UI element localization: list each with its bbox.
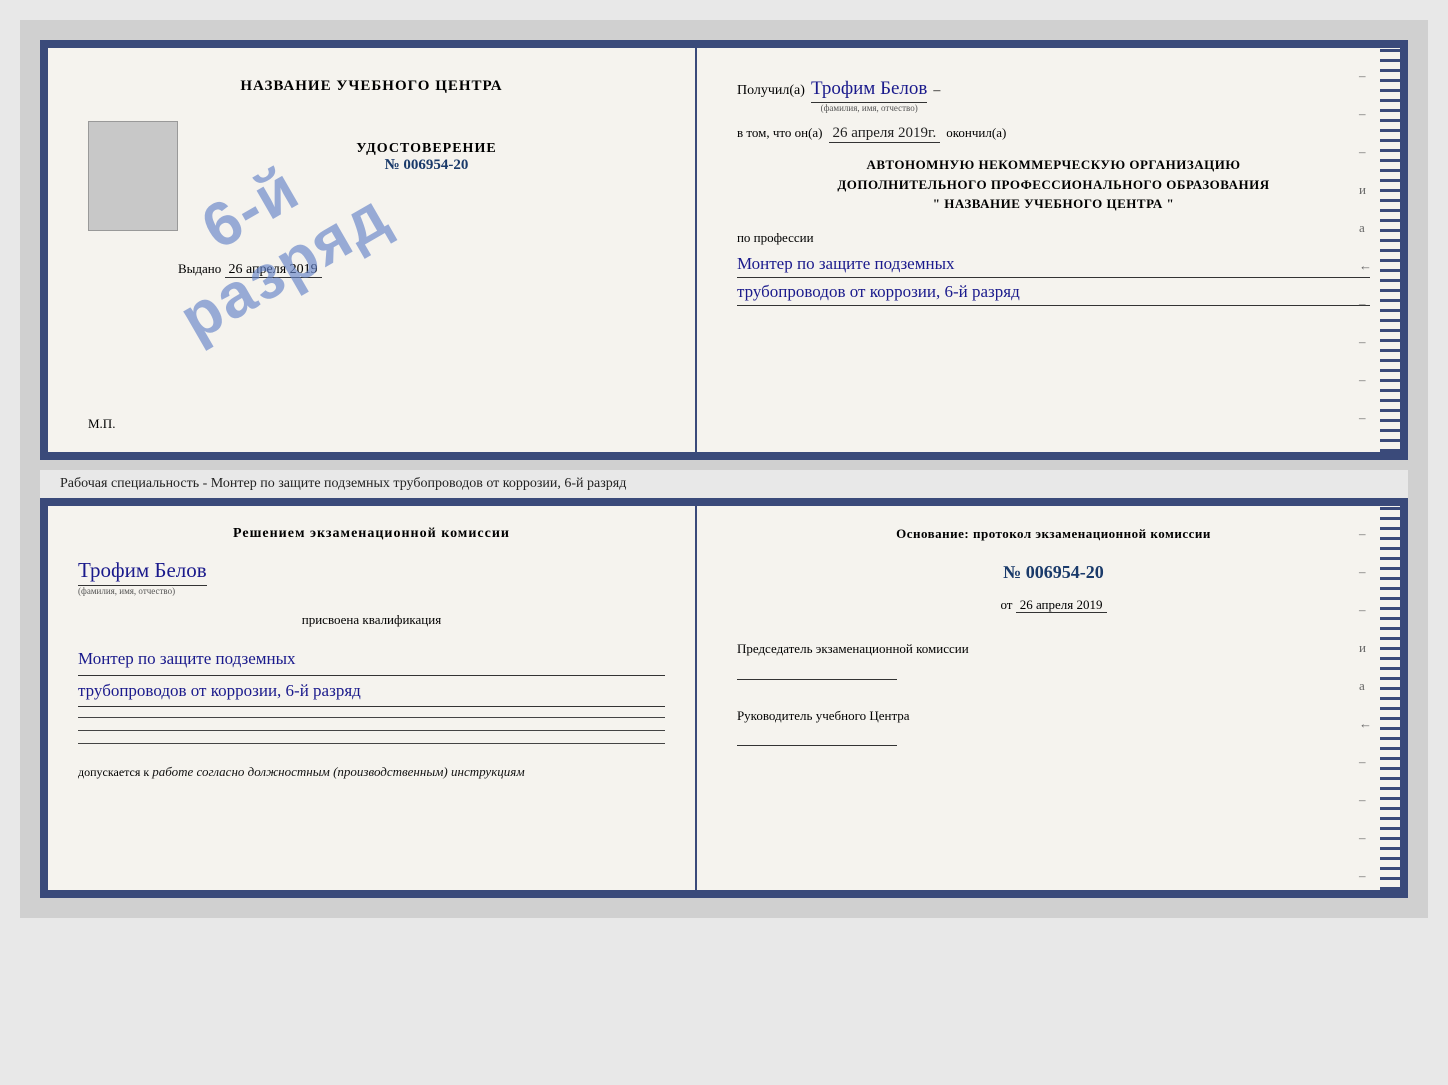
middle-label: Рабочая специальность - Монтер по защите… (40, 470, 1408, 498)
cert-bottom-right: Основание: протокол экзаменационной коми… (697, 506, 1400, 890)
protocol-num: № 006954-20 (737, 562, 1370, 583)
profession-bottom-hw-1: Монтер по защите подземных (78, 644, 665, 676)
line2 (78, 730, 665, 731)
profession-hw-2: трубопроводов от коррозии, 6-й разряд (737, 278, 1370, 306)
dopuskaetsya-val: работе согласно должностным (производств… (152, 764, 524, 779)
right-stripe-bottom (1380, 506, 1400, 890)
dopuskaetsya-block: допускается к работе согласно должностны… (78, 764, 665, 780)
middle-label-text: Рабочая специальность - Монтер по защите… (60, 476, 626, 491)
right-dashes: – – – и а ← – – – – (1359, 68, 1372, 426)
okonchil-label: окончил(а) (946, 125, 1006, 141)
vydano-block: Выдано 26 апреля 2019 (178, 261, 322, 278)
cert-top-right: Получил(а) Трофим Белов (фамилия, имя, о… (697, 48, 1400, 452)
dopuskaetsya-label: допускается к (78, 765, 149, 779)
predsedatel-label: Председатель экзаменационной комиссии (737, 641, 969, 656)
vtom-label: в том, что он(а) (737, 125, 823, 141)
protocol-date-val: 26 апреля 2019 (1016, 597, 1107, 613)
udost-title: УДОСТОВЕРЕНИЕ (356, 141, 496, 157)
resheniyem-title: Решением экзаменационной комиссии (78, 526, 665, 542)
org-line3: " НАЗВАНИЕ УЧЕБНОГО ЦЕНТРА " (737, 194, 1370, 214)
profession-bottom-hw-2: трубопроводов от коррозии, 6-й разряд (78, 676, 665, 708)
poluchil-dash: – (933, 83, 940, 99)
profession-bottom-block: Монтер по защите подземных трубопроводов… (78, 644, 665, 707)
fio-bottom-block: Трофим Белов (фамилия, имя, отчество) (78, 558, 665, 596)
udost-num: № 006954-20 (356, 157, 496, 174)
org-line1: АВТОНОМНУЮ НЕКОММЕРЧЕСКУЮ ОРГАНИЗАЦИЮ (737, 155, 1370, 175)
po-professii-label: по профессии (737, 230, 1370, 246)
rukovoditel-block: Руководитель учебного Центра (737, 706, 1370, 751)
rukovoditel-label: Руководитель учебного Центра (737, 708, 910, 723)
cert-bottom: Решением экзаменационной комиссии Трофим… (40, 498, 1408, 898)
right-dashes-bottom: – – – и а ← – – – – (1359, 526, 1372, 884)
protocol-date: от 26 апреля 2019 (737, 597, 1370, 613)
fio-bottom-small: (фамилия, имя, отчество) (78, 586, 175, 596)
right-stripe-top (1380, 48, 1400, 452)
fio-bottom-hw: Трофим Белов (78, 558, 207, 586)
photo-placeholder (88, 121, 178, 231)
udost-block: УДОСТОВЕРЕНИЕ № 006954-20 (356, 141, 496, 174)
fio-hw: Трофим Белов (фамилия, имя, отчество) (811, 78, 927, 113)
line3 (78, 743, 665, 744)
cert-top-left: НАЗВАНИЕ УЧЕБНОГО ЦЕНТРА УДОСТОВЕРЕНИЕ №… (48, 48, 697, 452)
predsedatel-block: Председатель экзаменационной комиссии (737, 639, 1370, 684)
poluchil-row: Получил(а) Трофим Белов (фамилия, имя, о… (737, 78, 1370, 113)
vtom-date: 26 апреля 2019г. (829, 125, 941, 143)
fio-handwritten: Трофим Белов (811, 78, 927, 103)
prisvoena-label: присвоена квалификация (78, 612, 665, 628)
vydano-label: Выдано (178, 261, 221, 276)
vydano-date: 26 апреля 2019 (225, 262, 322, 278)
org-block: АВТОНОМНУЮ НЕКОММЕРЧЕСКУЮ ОРГАНИЗАЦИЮ ДО… (737, 155, 1370, 214)
cert-bottom-left: Решением экзаменационной комиссии Трофим… (48, 506, 697, 890)
cert-top-title: НАЗВАНИЕ УЧЕБНОГО ЦЕНТРА (240, 78, 502, 95)
profession-hw-1: Монтер по защите подземных (737, 250, 1370, 278)
vtom-row: в том, что он(а) 26 апреля 2019г. окончи… (737, 125, 1370, 143)
cert-top: НАЗВАНИЕ УЧЕБНОГО ЦЕНТРА УДОСТОВЕРЕНИЕ №… (40, 40, 1408, 460)
org-line2: ДОПОЛНИТЕЛЬНОГО ПРОФЕССИОНАЛЬНОГО ОБРАЗО… (737, 175, 1370, 195)
ot-label: от (1000, 597, 1012, 612)
rukovoditel-line (737, 745, 897, 746)
page-wrapper: НАЗВАНИЕ УЧЕБНОГО ЦЕНТРА УДОСТОВЕРЕНИЕ №… (20, 20, 1428, 918)
fio-small-label: (фамилия, имя, отчество) (821, 103, 918, 113)
osnovaniye-title: Основание: протокол экзаменационной коми… (737, 526, 1370, 542)
mp-block: М.П. (78, 416, 115, 432)
poluchil-label: Получил(а) (737, 83, 805, 99)
predsedatel-line (737, 679, 897, 680)
line1 (78, 717, 665, 718)
